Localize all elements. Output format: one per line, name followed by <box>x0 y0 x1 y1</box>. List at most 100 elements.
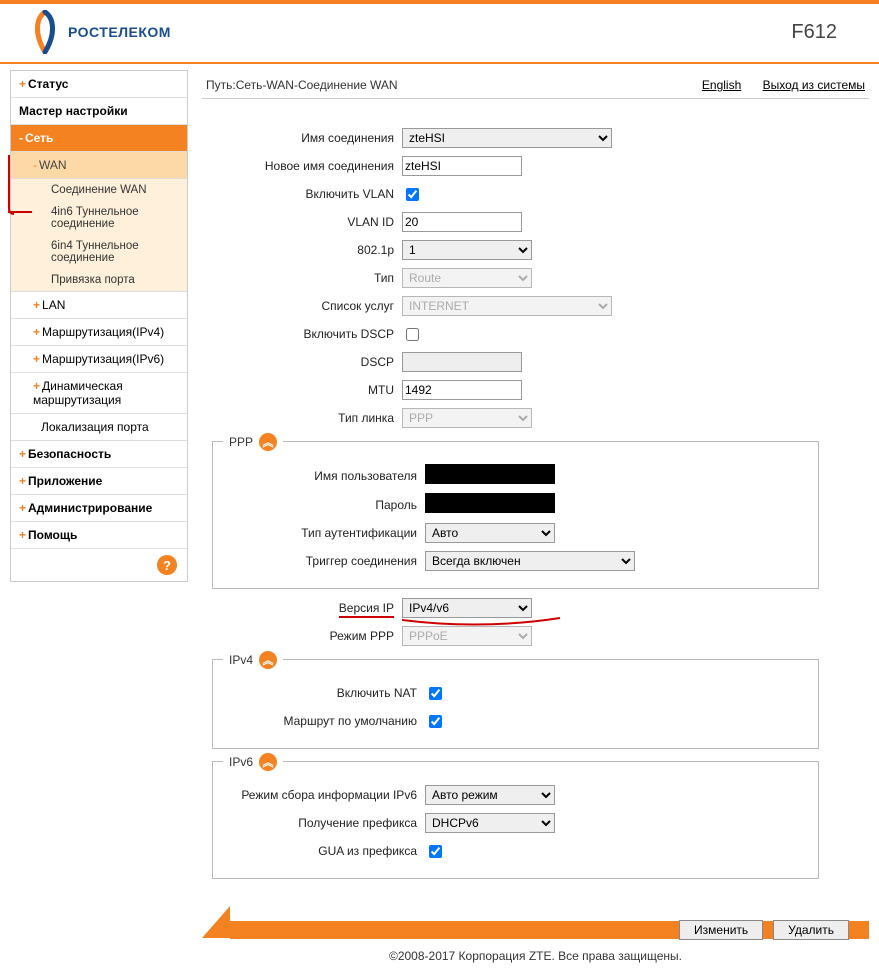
sidebar-item-label: 4in6 Туннельное соединение <box>51 206 139 230</box>
header: РОСТЕЛЕКОМ F612 <box>0 4 879 62</box>
input-mtu[interactable] <box>402 380 522 400</box>
top-line: Путь:Сеть-WAN-Соединение WAN English Вых… <box>202 70 869 99</box>
device-model: F612 <box>791 21 837 44</box>
label-conn-name: Имя соединения <box>212 131 402 145</box>
checkbox-dscp-enable[interactable] <box>406 328 419 341</box>
english-link[interactable]: English <box>702 78 741 92</box>
sidebar-item-label: Безопасность <box>28 447 111 461</box>
section-ipv4: IPv4 ︽ Включить NAT Маршрут по умолчанию <box>212 659 819 749</box>
label-ip-version: Версия IP <box>212 601 402 615</box>
label-new-conn: Новое имя соединения <box>212 159 402 173</box>
sidebar-item-label: Локализация порта <box>41 420 149 434</box>
sidebar-item-label: Статус <box>28 77 68 91</box>
label-services: Список услуг <box>212 299 402 313</box>
sidebar-item-label: Помощь <box>28 528 77 542</box>
input-new-conn[interactable] <box>402 156 522 176</box>
brand-logo: РОСТЕЛЕКОМ <box>30 10 171 54</box>
select-ppp-mode: PPPoE <box>402 626 532 646</box>
label-dscp-enable: Включить DSCP <box>212 327 402 341</box>
sidebar-item-status[interactable]: +Статус <box>11 71 187 98</box>
sidebar-item-help[interactable]: +Помощь <box>11 522 187 549</box>
sidebar-item-label: Соединение WAN <box>51 184 147 196</box>
sidebar-item-wan-connection[interactable]: Соединение WAN <box>11 179 187 201</box>
sidebar-item-admin[interactable]: +Администрирование <box>11 495 187 522</box>
sidebar-item-label: Мастер настройки <box>19 104 128 118</box>
label-mtu: MTU <box>212 383 402 397</box>
sidebar-item-label: LAN <box>42 298 65 312</box>
label-ipv6-gua: GUA из префикса <box>215 844 425 858</box>
section-ppp: PPP ︽ Имя пользователя Пароль Тип аутент… <box>212 441 819 589</box>
label-ipv6-prefix: Получение префикса <box>215 816 425 830</box>
label-type: Тип <box>212 271 402 285</box>
label-defroute: Маршрут по умолчанию <box>215 714 425 728</box>
brand-name: РОСТЕЛЕКОМ <box>68 24 171 40</box>
sidebar-item-routing-ipv6[interactable]: +Маршрутизация(IPv6) <box>11 346 187 373</box>
collapse-icon[interactable]: ︽ <box>259 753 277 771</box>
modify-button[interactable]: Изменить <box>679 920 763 940</box>
help-icon[interactable]: ? <box>157 555 177 575</box>
input-ppp-user-redacted[interactable] <box>425 464 555 484</box>
sidebar-item-label: Сеть <box>25 131 53 145</box>
legend-ppp: PPP <box>229 435 253 449</box>
logout-link[interactable]: Выход из системы <box>763 78 865 92</box>
select-ipv6-mode[interactable]: Авто режим <box>425 785 555 805</box>
sidebar-item-network[interactable]: -Сеть <box>11 125 187 152</box>
sidebar-item-routing-ipv4[interactable]: +Маршрутизация(IPv4) <box>11 319 187 346</box>
label-8021p: 802.1p <box>212 243 402 257</box>
label-vlan-id: VLAN ID <box>212 215 402 229</box>
sidebar-item-label: Администрирование <box>28 501 152 515</box>
select-ppp-trigger[interactable]: Всегда включен <box>425 551 635 571</box>
sidebar-item-port-localization[interactable]: Локализация порта <box>11 414 187 441</box>
label-ppp-pass: Пароль <box>215 498 425 512</box>
section-ipv6: IPv6 ︽ Режим сбора информации IPv6 Авто … <box>212 761 819 879</box>
legend-ipv4: IPv4 <box>229 653 253 667</box>
collapse-icon[interactable]: ︽ <box>259 651 277 669</box>
collapse-icon[interactable]: ︽ <box>259 433 277 451</box>
breadcrumb: Путь:Сеть-WAN-Соединение WAN <box>206 78 398 92</box>
label-link-type: Тип линка <box>212 411 402 425</box>
delete-button[interactable]: Удалить <box>773 920 849 940</box>
sidebar-item-wizard[interactable]: Мастер настройки <box>11 98 187 125</box>
input-ppp-pass-redacted[interactable] <box>425 493 555 513</box>
sidebar-item-dyn-routing[interactable]: +Динамическая маршрутизация <box>11 373 187 414</box>
sidebar-item-security[interactable]: +Безопасность <box>11 441 187 468</box>
orange-stripe: Изменить Удалить <box>230 921 869 939</box>
annotation-mark <box>8 155 14 215</box>
checkbox-vlan-enable[interactable] <box>406 188 419 201</box>
input-vlan-id[interactable] <box>402 212 522 232</box>
checkbox-nat[interactable] <box>429 687 442 700</box>
sidebar-item-label: Маршрутизация(IPv6) <box>42 352 164 366</box>
sidebar: +Статус Мастер настройки -Сеть -WAN Соед… <box>10 70 188 582</box>
input-dscp <box>402 352 522 372</box>
checkbox-defroute[interactable] <box>429 715 442 728</box>
top-right-links: English Выход из системы <box>684 78 865 92</box>
form-area: Имя соединения zteHSI Новое имя соединен… <box>202 99 869 893</box>
sidebar-item-label: WAN <box>39 158 67 172</box>
sidebar-item-4in6[interactable]: 4in6 Туннельное соединение <box>11 201 187 235</box>
select-link-type: PPP <box>402 408 532 428</box>
label-ppp-user: Имя пользователя <box>215 469 425 483</box>
select-ppp-auth[interactable]: Авто <box>425 523 555 543</box>
checkbox-ipv6-gua[interactable] <box>429 845 442 858</box>
sidebar-item-wan[interactable]: -WAN <box>11 152 187 179</box>
sidebar-item-label: Динамическая маршрутизация <box>33 379 123 407</box>
select-type: Route <box>402 268 532 288</box>
orange-wedge <box>202 906 230 938</box>
sidebar-item-lan[interactable]: +LAN <box>11 292 187 319</box>
main-content: Путь:Сеть-WAN-Соединение WAN English Вых… <box>202 70 869 977</box>
label-ppp-mode: Режим PPP <box>212 629 402 643</box>
label-ipv6-mode: Режим сбора информации IPv6 <box>215 788 425 802</box>
sidebar-item-application[interactable]: +Приложение <box>11 468 187 495</box>
label-ppp-trigger: Триггер соединения <box>215 554 425 568</box>
select-ipv6-prefix[interactable]: DHCPv6 <box>425 813 555 833</box>
copyright: ©2008-2017 Корпорация ZTE. Все права защ… <box>202 939 869 977</box>
sidebar-item-portbind[interactable]: Привязка порта <box>11 269 187 292</box>
select-ip-version[interactable]: IPv4/v6 <box>402 598 532 618</box>
legend-ipv6: IPv6 <box>229 755 253 769</box>
help-icon-row: ? <box>11 549 187 581</box>
sidebar-item-label: Приложение <box>28 474 102 488</box>
bottom-bar: Изменить Удалить <box>202 905 869 939</box>
sidebar-item-6in4[interactable]: 6in4 Туннельное соединение <box>11 235 187 269</box>
select-conn-name[interactable]: zteHSI <box>402 128 612 148</box>
select-8021p[interactable]: 1 <box>402 240 532 260</box>
